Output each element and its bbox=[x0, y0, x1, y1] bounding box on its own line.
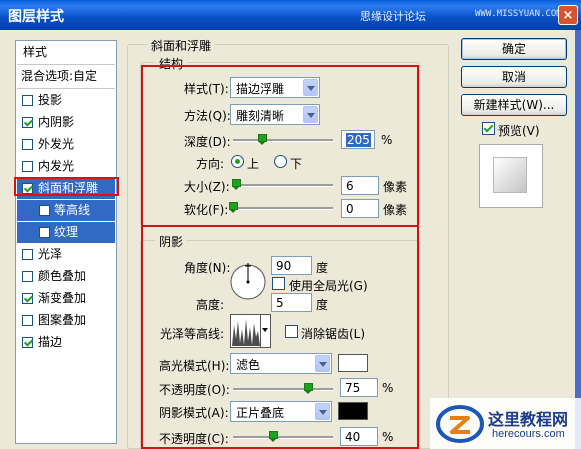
style-list: 样式 混合选项:自定 投影 内阴影 外发光 内发光 斜面和浮雕 等高线 纹理 光泽 颜色叠加 渐变… bbox=[15, 40, 117, 444]
window-title: 图层样式 bbox=[8, 9, 64, 25]
highlight-opacity-label: 不透明度(O): bbox=[159, 383, 230, 397]
chevron-down-icon bbox=[315, 355, 330, 372]
style-list-item[interactable]: 外发光 bbox=[17, 134, 115, 155]
global-light-label: 使用全局光(G) bbox=[289, 279, 368, 293]
anti-alias-label: 消除锯齿(L) bbox=[301, 327, 366, 341]
style-item-label: 投影 bbox=[38, 93, 63, 107]
highlight-color-swatch[interactable] bbox=[338, 354, 368, 372]
highlight-mode-select[interactable]: 滤色 bbox=[230, 353, 332, 374]
style-list-header[interactable]: 样式 bbox=[17, 42, 115, 63]
style-item-label: 渐变叠加 bbox=[38, 291, 87, 305]
style-item-checkbox[interactable] bbox=[22, 117, 33, 128]
preview-swatch bbox=[493, 157, 527, 193]
style-list-item[interactable]: 图案叠加 bbox=[17, 310, 115, 331]
background-edge bbox=[575, 30, 581, 449]
shadow-mode-label: 阴影模式(A): bbox=[159, 406, 229, 420]
blend-options-item[interactable]: 混合选项:自定 bbox=[17, 66, 115, 87]
style-list-item[interactable]: 渐变叠加 bbox=[17, 288, 115, 309]
style-list-item[interactable]: 描边 bbox=[17, 332, 115, 353]
style-item-label: 纹理 bbox=[54, 225, 79, 239]
contour-graph-icon bbox=[231, 315, 261, 347]
style-item-checkbox[interactable] bbox=[22, 315, 33, 326]
style-item-label: 图案叠加 bbox=[38, 313, 87, 327]
style-item-checkbox[interactable] bbox=[39, 205, 50, 216]
angle-input[interactable]: 90 bbox=[271, 256, 312, 275]
style-item-checkbox[interactable] bbox=[39, 227, 50, 238]
style-item-label: 描边 bbox=[38, 335, 63, 349]
new-style-button[interactable]: 新建样式(W)... bbox=[461, 94, 567, 116]
section-title: 斜面和浮雕 bbox=[147, 37, 216, 54]
chevron-down-icon bbox=[315, 403, 330, 420]
shadow-opacity-unit: % bbox=[382, 430, 394, 444]
style-item-checkbox[interactable] bbox=[22, 161, 33, 172]
shadow-color-swatch[interactable] bbox=[338, 402, 368, 420]
logo-name: 这里教程网 bbox=[488, 410, 569, 429]
shadow-mode-value: 正片叠底 bbox=[236, 406, 285, 420]
style-list-item[interactable]: 光泽 bbox=[17, 244, 115, 265]
watermark-text: 思缘设计论坛 bbox=[360, 10, 426, 23]
style-list-item[interactable]: 纹理 bbox=[17, 222, 115, 243]
preview-checkbox[interactable] bbox=[482, 122, 495, 135]
gloss-contour-picker[interactable] bbox=[230, 314, 271, 348]
style-item-label: 等高线 bbox=[54, 203, 91, 217]
gloss-contour-label: 光泽等高线: bbox=[160, 327, 225, 341]
style-item-label: 颜色叠加 bbox=[38, 269, 87, 283]
style-item-label: 光泽 bbox=[38, 247, 63, 261]
angle-dial[interactable] bbox=[229, 263, 267, 301]
altitude-input[interactable]: 5 bbox=[271, 293, 312, 312]
shadow-opacity-label: 不透明度(C): bbox=[159, 432, 229, 446]
anti-alias-checkbox[interactable] bbox=[285, 325, 298, 338]
highlight-opacity-unit: % bbox=[382, 381, 394, 395]
style-list-item[interactable]: 内阴影 bbox=[17, 112, 115, 133]
style-list-item[interactable]: 内发光 bbox=[17, 156, 115, 177]
style-item-checkbox[interactable] bbox=[22, 249, 33, 260]
style-item-checkbox[interactable] bbox=[22, 293, 33, 304]
style-list-item[interactable]: 投影 bbox=[17, 90, 115, 111]
altitude-label: 高度: bbox=[196, 298, 225, 312]
style-list-item[interactable]: 颜色叠加 bbox=[17, 266, 115, 287]
style-preview bbox=[479, 144, 543, 208]
shadow-mode-select[interactable]: 正片叠底 bbox=[230, 401, 332, 422]
preview-label: 预览(V) bbox=[498, 124, 540, 138]
structure-highlight-box bbox=[141, 65, 419, 227]
style-item-label: 外发光 bbox=[38, 137, 75, 151]
global-light-checkbox[interactable] bbox=[272, 277, 285, 290]
shadow-opacity-input[interactable]: 40 bbox=[340, 427, 378, 446]
altitude-unit: 度 bbox=[316, 298, 329, 312]
highlight-opacity-thumb[interactable] bbox=[304, 383, 313, 394]
highlight-outline bbox=[14, 177, 119, 196]
style-item-label: 内阴影 bbox=[38, 115, 75, 129]
angle-unit: 度 bbox=[316, 261, 329, 275]
cancel-button[interactable]: 取消 bbox=[461, 66, 567, 88]
highlight-mode-value: 滤色 bbox=[236, 358, 261, 372]
close-button[interactable]: × bbox=[558, 5, 578, 25]
ok-button[interactable]: 确定 bbox=[461, 38, 567, 60]
highlight-opacity-input[interactable]: 75 bbox=[340, 378, 378, 397]
style-list-item[interactable]: 等高线 bbox=[17, 200, 115, 221]
highlight-opacity-slider[interactable] bbox=[233, 388, 333, 391]
divider bbox=[17, 64, 115, 65]
logo-url: herecours.com bbox=[492, 428, 565, 440]
watermark-url: WWW.MISSYUAN.COM bbox=[475, 9, 562, 19]
highlight-mode-label: 高光模式(H): bbox=[159, 359, 230, 373]
shadow-opacity-thumb[interactable] bbox=[269, 431, 278, 442]
blend-options-label: 混合选项:自定 bbox=[21, 69, 98, 83]
style-item-checkbox[interactable] bbox=[22, 139, 33, 150]
shadow-opacity-slider[interactable] bbox=[233, 436, 333, 439]
style-list-header-label: 样式 bbox=[23, 45, 48, 59]
chevron-down-icon bbox=[260, 315, 270, 347]
divider bbox=[17, 88, 115, 89]
style-item-checkbox[interactable] bbox=[22, 271, 33, 282]
angle-label: 角度(N): bbox=[184, 261, 231, 275]
style-item-label: 内发光 bbox=[38, 159, 75, 173]
style-item-checkbox[interactable] bbox=[22, 95, 33, 106]
style-item-checkbox[interactable] bbox=[22, 337, 33, 348]
